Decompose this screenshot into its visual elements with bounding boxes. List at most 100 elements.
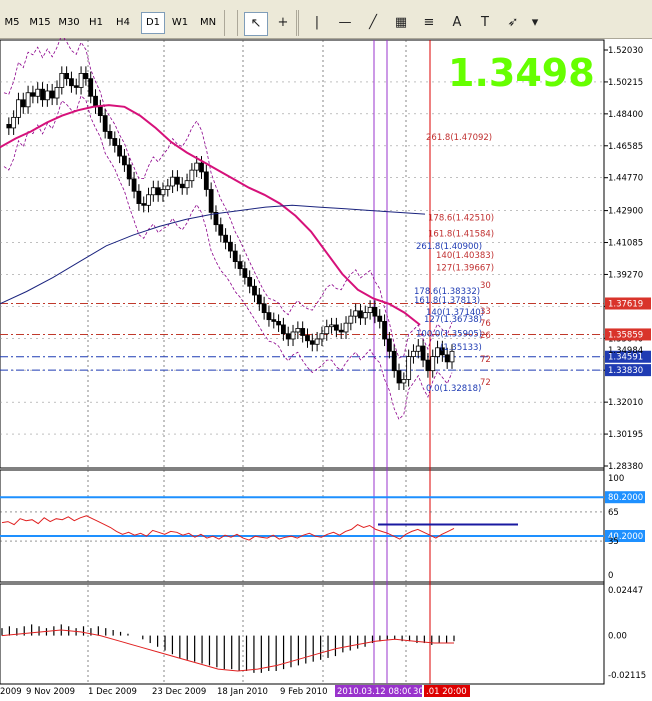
- price-axis-label: 1.30195: [608, 430, 643, 440]
- crosshair-tool[interactable]: +: [272, 12, 294, 34]
- rsi-axis-label: 0: [608, 571, 613, 581]
- price-axis-label: 1.50215: [608, 78, 643, 88]
- candle-body: [314, 338, 320, 345]
- candle-body: [242, 268, 248, 278]
- candle-body: [150, 187, 156, 196]
- candle-body: [256, 294, 262, 305]
- chart-area: 261.8(1.47092) 178.6(1.42510) 161.8(1.4158…: [0, 38, 651, 697]
- toolbar-separator: [224, 10, 225, 36]
- timeframe-mn-button[interactable]: MN: [196, 13, 220, 33]
- candle-body: [165, 185, 171, 190]
- fibonacci-label: 100.0(1.35905): [416, 330, 482, 340]
- timeframe-m5-button[interactable]: M5: [2, 13, 22, 33]
- time-highlight-label: 30: [413, 687, 424, 697]
- trendline-tool[interactable]: ╱: [362, 12, 384, 34]
- candle-body: [136, 190, 142, 204]
- candle-body: [88, 78, 94, 97]
- candle-body: [160, 189, 166, 196]
- candle-body: [179, 183, 185, 189]
- fibonacci-label: 261.8(1.47092): [426, 133, 492, 143]
- candle-body: [353, 310, 359, 317]
- candle-body: [348, 315, 354, 324]
- candle-body: [411, 350, 416, 357]
- candle-body: [184, 180, 190, 189]
- timeframe-d1-button[interactable]: D1: [141, 12, 165, 34]
- candle-body: [309, 340, 315, 345]
- timeframe-m15-button[interactable]: M15: [28, 13, 52, 33]
- candle-body: [271, 319, 277, 322]
- candle-body: [131, 178, 137, 192]
- price-label-text: 1.33830: [608, 366, 643, 376]
- candle-body: [338, 329, 344, 333]
- candle-body: [319, 333, 325, 340]
- fibonacci-label: 76: [480, 319, 491, 329]
- candle-body: [102, 115, 108, 132]
- candle-body: [266, 312, 272, 321]
- candle-body: [107, 131, 113, 139]
- candle-body: [11, 116, 17, 129]
- candle-body: [444, 354, 450, 363]
- timeframe-w1-button[interactable]: W1: [169, 13, 191, 33]
- candle-body: [329, 324, 334, 328]
- candle-body: [141, 203, 147, 206]
- candle-body: [44, 90, 50, 101]
- fibonacci-label: 72: [480, 355, 491, 365]
- equidistant-channel-tool[interactable]: ▦: [390, 12, 412, 34]
- fibonacci-label: 26: [480, 331, 491, 341]
- fibonacci-retracement-tool[interactable]: ≡: [418, 12, 440, 34]
- arrows-tool[interactable]: ➶: [502, 12, 524, 34]
- vertical-line-tool[interactable]: |: [306, 12, 328, 34]
- candle-body: [6, 124, 12, 129]
- rsi-axis-label: 35: [608, 537, 619, 547]
- horizontal-line-tool[interactable]: —: [334, 12, 356, 34]
- candle-body: [126, 164, 132, 180]
- candle-body: [218, 224, 224, 236]
- candle-body: [305, 335, 310, 342]
- candle-body: [54, 87, 60, 99]
- candle-body: [237, 261, 243, 270]
- time-axis-label: 18 Jan 2010: [217, 687, 268, 697]
- time-axis-label: 9 Nov 2009: [26, 687, 75, 697]
- text-tool[interactable]: A: [446, 12, 468, 34]
- candle-body: [16, 99, 21, 118]
- timeframe-m30-button[interactable]: M30: [56, 13, 82, 33]
- candle-body: [175, 176, 180, 185]
- price-label-text: 1.37619: [608, 299, 643, 309]
- candle-body: [372, 306, 378, 317]
- candle-body: [30, 92, 36, 97]
- candle-body: [386, 338, 392, 352]
- candle-body: [49, 90, 55, 99]
- time-axis-label: 9 Feb 2010: [280, 687, 328, 697]
- cursor-tool[interactable]: ↖: [244, 12, 268, 36]
- time-axis-label: 2009: [0, 687, 22, 697]
- candle-body: [228, 241, 233, 252]
- fibonacci-label: 140(1.40383): [436, 251, 494, 261]
- candle-body: [285, 333, 291, 340]
- candle-body: [20, 99, 26, 108]
- candle-body: [377, 315, 383, 322]
- fibonacci-label: 127(1.39667): [436, 263, 494, 273]
- candle-body: [300, 328, 306, 336]
- candle-body: [333, 324, 339, 331]
- fibonacci-label: 33: [480, 307, 491, 317]
- dropdown-tool[interactable]: ▾: [524, 12, 546, 34]
- timeframe-h1-button[interactable]: H1: [86, 13, 106, 33]
- candle-body: [93, 95, 98, 108]
- candle-body: [401, 379, 407, 384]
- text-label-tool[interactable]: T: [474, 12, 496, 34]
- candle-body: [189, 169, 195, 182]
- candle-body: [252, 285, 257, 296]
- candle-body: [122, 155, 127, 166]
- time-axis-label: 23 Dec 2009: [152, 687, 206, 697]
- bid-price-label: 1.34984: [608, 346, 643, 356]
- price-axis-label: 1.48400: [608, 110, 643, 120]
- candle-body: [40, 88, 45, 101]
- fibonacci-label: 178.6(1.42510): [428, 213, 494, 223]
- price-axis-label: 1.41085: [608, 239, 643, 249]
- main-panel: [0, 39, 605, 469]
- timeframe-h4-button[interactable]: H4: [113, 13, 133, 33]
- candle-body: [78, 72, 84, 88]
- rsi-axis-label: 100: [608, 474, 624, 484]
- current-price-display: 1.3498: [448, 51, 595, 95]
- rsi-axis-label: 80.2000: [608, 493, 643, 503]
